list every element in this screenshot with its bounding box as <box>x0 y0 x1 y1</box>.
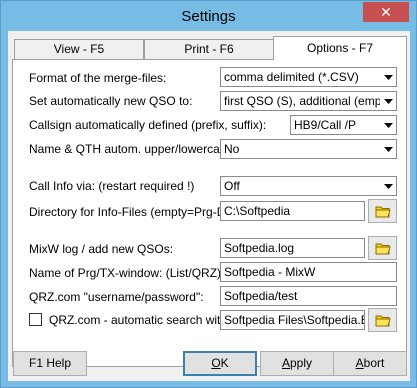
qrz-search-checkbox[interactable] <box>29 313 42 326</box>
name-qth-value: No <box>224 142 240 156</box>
abort-button-label: bort <box>363 356 385 370</box>
mixw-log-value: Softpedia.log <box>224 241 295 255</box>
apply-button-label: pply <box>290 356 313 370</box>
chevron-down-icon[interactable] <box>380 92 396 110</box>
abort-button-mnemonic: A <box>355 356 364 370</box>
ok-button-mnemonic: O <box>211 356 221 370</box>
qrz-login-label: QRZ.com "username/password": <box>29 290 204 304</box>
tab-print-label: Print - F6 <box>184 42 234 56</box>
options-tab-page: Format of the merge-files: comma delimit… <box>12 59 407 367</box>
merge-format-select[interactable]: comma delimited (*.CSV) <box>220 67 397 87</box>
mixw-log-browse-button[interactable] <box>368 236 397 260</box>
mixw-log-label: MixW log / add new QSOs: <box>29 242 174 256</box>
mixw-log-input[interactable]: Softpedia.log <box>220 238 365 258</box>
help-button[interactable]: F1 Help <box>13 351 87 376</box>
qrz-login-input[interactable]: Softpedia/test <box>220 286 397 306</box>
auto-qso-select[interactable]: first QSO (S), additional (empty) <box>220 91 397 111</box>
chevron-down-icon[interactable] <box>380 116 396 134</box>
folder-icon <box>375 243 391 254</box>
qrz-login-value: Softpedia/test <box>224 289 298 303</box>
chevron-down-icon[interactable] <box>380 68 396 86</box>
qrz-search-browse-button[interactable] <box>368 308 397 332</box>
window-title: Settings <box>181 8 236 25</box>
prg-window-value: Softpedia - MixW <box>224 265 316 279</box>
settings-window: Settings ✕ View - F5 Print - F6 Options … <box>0 0 417 388</box>
tab-view-label: View - F5 <box>53 42 105 56</box>
tab-options[interactable]: Options - F7 <box>273 36 407 60</box>
tab-view[interactable]: View - F5 <box>14 39 144 59</box>
abort-button[interactable]: Abort <box>333 351 407 376</box>
auto-qso-value: first QSO (S), additional (empty) <box>224 94 395 108</box>
merge-format-value: comma delimited (*.CSV) <box>224 70 359 84</box>
apply-button[interactable]: Apply <box>260 351 334 376</box>
merge-format-label: Format of the merge-files: <box>29 71 167 85</box>
prg-window-input[interactable]: Softpedia - MixW <box>220 262 397 282</box>
chevron-down-icon[interactable] <box>380 140 396 158</box>
prg-window-label: Name of Prg/TX-window: (List/QRZ) <box>29 266 222 280</box>
ok-button-label: K <box>220 356 229 370</box>
callsign-auto-label: Callsign automatically defined (prefix, … <box>29 118 267 132</box>
info-dir-label: Directory for Info-Files (empty=Prg-Dir)… <box>29 205 247 219</box>
apply-button-mnemonic: A <box>281 356 290 370</box>
call-info-select[interactable]: Off <box>220 176 397 196</box>
dialog-body: View - F5 Print - F6 Options - F7 Format… <box>8 31 410 381</box>
info-dir-input[interactable]: C:\Softpedia <box>220 201 365 221</box>
callsign-auto-select[interactable]: HB9/Call /P <box>290 115 397 135</box>
tab-options-label: Options - F7 <box>306 41 374 55</box>
title-bar[interactable]: Settings ✕ <box>1 1 416 31</box>
close-icon: ✕ <box>380 3 392 20</box>
callsign-auto-value: HB9/Call /P <box>294 118 357 132</box>
info-dir-browse-button[interactable] <box>368 199 397 223</box>
folder-icon <box>375 315 391 326</box>
ok-button[interactable]: OK <box>183 351 257 376</box>
folder-icon <box>375 206 391 217</box>
info-dir-value: C:\Softpedia <box>224 204 291 218</box>
help-button-label: F1 Help <box>28 356 72 370</box>
close-button[interactable]: ✕ <box>363 2 409 22</box>
chevron-down-icon[interactable] <box>380 177 396 195</box>
auto-qso-label: Set automatically new QSO to: <box>29 94 193 108</box>
qrz-search-label: QRZ.com - automatic search with: <box>49 313 231 327</box>
call-info-label: Call Info via: (restart required !) <box>29 179 195 193</box>
tab-print[interactable]: Print - F6 <box>144 39 274 59</box>
qrz-search-value: Softpedia Files\Softpedia.EXE <box>224 313 364 327</box>
qrz-search-input[interactable]: Softpedia Files\Softpedia.EXE <box>220 310 365 330</box>
call-info-value: Off <box>224 179 240 193</box>
name-qth-select[interactable]: No <box>220 139 397 159</box>
name-qth-label: Name & QTH autom. upper/lowercase: <box>29 142 236 156</box>
